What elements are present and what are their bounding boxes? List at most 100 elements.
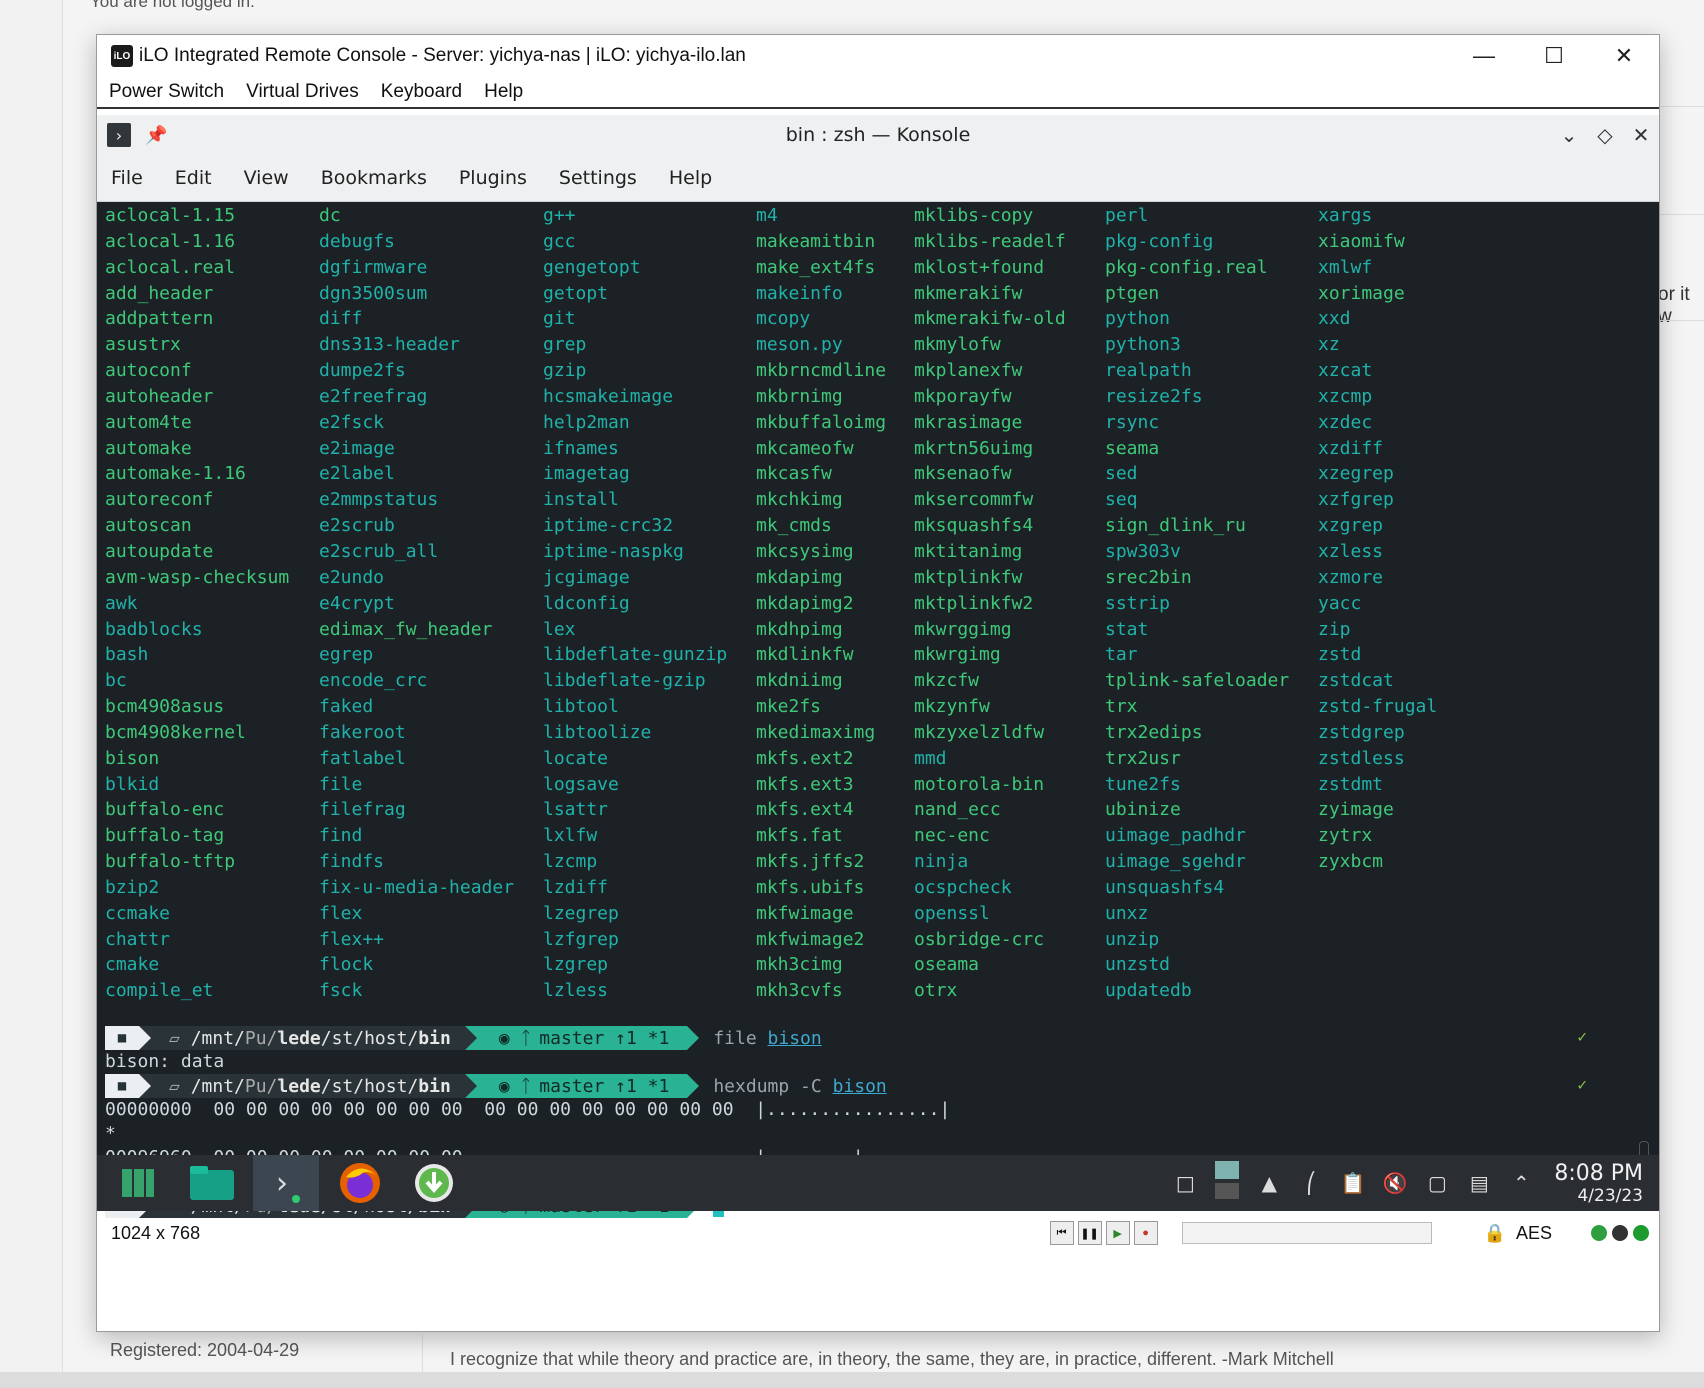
- pause-icon[interactable]: ❚❚: [1077, 1221, 1102, 1245]
- skip-back-icon[interactable]: ⏮: [1049, 1221, 1074, 1245]
- menu-edit[interactable]: Edit: [175, 167, 212, 189]
- terminal-area[interactable]: aclocal-1.15 aclocal-1.16 aclocal.real add_…: [97, 201, 1659, 1218]
- file-entry: autoconf: [105, 360, 192, 382]
- status-leds: [1586, 1225, 1649, 1241]
- success-check-icon: ✓: [1577, 1027, 1587, 1046]
- close-icon[interactable]: ✕: [1623, 123, 1659, 147]
- menu-virtual-drives[interactable]: Virtual Drives: [246, 81, 359, 103]
- file-entry: e2mmpstatus: [319, 489, 439, 511]
- file-entry: install: [543, 489, 619, 511]
- file-entry: mkwrggimg: [914, 618, 1012, 640]
- file-entry: xargs: [1318, 205, 1373, 226]
- file-entry: libdeflate-gzip: [543, 670, 706, 692]
- file-entry: xiaomifw: [1318, 230, 1405, 252]
- file-entry: oseama: [914, 954, 980, 976]
- file-entry: mcopy: [756, 308, 811, 330]
- network-icon[interactable]: ▤: [1458, 1171, 1500, 1195]
- menu-power-switch[interactable]: Power Switch: [109, 81, 224, 103]
- file-entry: mkbrncmdline: [756, 360, 887, 382]
- file-entry: mklost+found: [914, 256, 1045, 278]
- ilo-titlebar[interactable]: iLO iLO Integrated Remote Console - Serv…: [97, 35, 1659, 77]
- file-entry: g++: [543, 205, 576, 226]
- file-entry: mkfs.ubifs: [756, 876, 865, 898]
- file-entry: mkh3cvfs: [756, 980, 843, 1002]
- file-entry: autoscan: [105, 515, 192, 537]
- app-launcher-icon[interactable]: [105, 1155, 171, 1211]
- file-entry: autoreconf: [105, 489, 214, 511]
- file-entry: python3: [1105, 334, 1181, 356]
- file-entry: zyimage: [1318, 799, 1394, 821]
- power-icon[interactable]: [1633, 1225, 1649, 1241]
- menu-settings[interactable]: Settings: [559, 167, 637, 189]
- pin-icon[interactable]: 📌: [145, 125, 167, 146]
- file-entry: mkcsysimg: [756, 540, 854, 562]
- terminal-tray-icon[interactable]: ⎛: [1290, 1171, 1332, 1195]
- menu-file[interactable]: File: [111, 167, 143, 189]
- menu-view[interactable]: View: [244, 167, 289, 189]
- file-entry: pkg-config: [1105, 230, 1214, 252]
- file-entry: xzless: [1318, 540, 1384, 562]
- terminal-taskbar-icon[interactable]: ›: [253, 1155, 319, 1211]
- terminal-app-icon[interactable]: ›: [107, 123, 131, 147]
- file-entry: encode_crc: [319, 670, 428, 692]
- play-icon[interactable]: ▶: [1105, 1221, 1130, 1245]
- playback-progress[interactable]: [1181, 1222, 1432, 1244]
- usb-icon[interactable]: ▢: [1416, 1171, 1458, 1195]
- file-entry: libdeflate-gunzip: [543, 644, 728, 666]
- file-entry: bcm4908kernel: [105, 721, 246, 743]
- update-icon[interactable]: ▲: [1248, 1171, 1290, 1195]
- file-entry: xzdiff: [1318, 437, 1384, 459]
- downloader-icon[interactable]: [401, 1155, 467, 1211]
- desktop-icon[interactable]: □: [1164, 1171, 1206, 1195]
- clipboard-icon[interactable]: 📋: [1332, 1171, 1374, 1195]
- shell-prompt: ■ ▱ /mnt/Pu/lede/st/host/bin ◉ ᛏ master …: [105, 1025, 822, 1051]
- maximize-icon[interactable]: ◇: [1587, 123, 1623, 147]
- file-entry: lzdiff: [543, 876, 609, 898]
- file-entry: tar: [1105, 644, 1138, 666]
- ls-column: perl pkg-config pkg-config.real ptgen python…: [1105, 203, 1289, 1004]
- hexdump-line: 00000000 00 00 00 00 00 00 00 00 00 00 0…: [105, 1099, 951, 1120]
- chevron-up-icon[interactable]: ⌃: [1500, 1171, 1542, 1195]
- file-entry: buffalo-tag: [105, 825, 225, 847]
- file-entry: avm-wasp-checksum: [105, 566, 290, 588]
- file-manager-icon[interactable]: [179, 1155, 245, 1211]
- menu-help[interactable]: Help: [669, 167, 712, 189]
- file-entry: file: [319, 773, 363, 795]
- file-entry: e4crypt: [319, 592, 395, 614]
- screen-resolution: 1024 x 768: [111, 1222, 201, 1243]
- firefox-icon[interactable]: [327, 1155, 393, 1211]
- git-branch-status: ◉ ᛏ master ↑1 *1: [476, 1026, 688, 1050]
- file-entry: mktplinkfw2: [914, 592, 1034, 614]
- menu-bookmarks[interactable]: Bookmarks: [321, 167, 427, 189]
- file-entry: lex: [543, 618, 576, 640]
- menu-keyboard[interactable]: Keyboard: [381, 81, 462, 103]
- uid-led-icon: [1612, 1225, 1628, 1241]
- pager-icon[interactable]: [1206, 1160, 1248, 1206]
- command-text: hexdump -C bison: [713, 1075, 887, 1097]
- file-entry: makeamitbin: [756, 230, 876, 252]
- file-entry: mklibs-readelf: [914, 230, 1066, 252]
- record-icon[interactable]: ●: [1133, 1221, 1158, 1245]
- minimize-icon[interactable]: ⌄: [1551, 123, 1587, 147]
- file-entry: mkcameofw: [756, 437, 854, 459]
- file-entry: mkdapimg2: [756, 592, 854, 614]
- volume-muted-icon[interactable]: 🔇: [1374, 1171, 1416, 1195]
- menu-plugins[interactable]: Plugins: [459, 167, 527, 189]
- file-entry: buffalo-enc: [105, 799, 225, 821]
- file-entry: trx2edips: [1105, 721, 1203, 743]
- file-entry: mk_cmds: [756, 515, 832, 537]
- menu-help[interactable]: Help: [484, 81, 523, 103]
- file-entry: unsquashfs4: [1105, 876, 1225, 898]
- file-entry: mksercommfw: [914, 489, 1034, 511]
- konsole-titlebar[interactable]: › 📌 bin : zsh — Konsole ⌄ ◇ ✕: [97, 115, 1659, 155]
- git-branch-status: ◉ ᛏ master ↑1 *1: [476, 1074, 688, 1098]
- minimize-icon[interactable]: —: [1449, 35, 1519, 77]
- file-entry: xzfgrep: [1318, 489, 1394, 511]
- prompt-path: ▱ /mnt/Pu/lede/st/host/bin: [151, 1074, 465, 1098]
- close-icon[interactable]: ✕: [1589, 35, 1659, 77]
- prompt-path: ▱ /mnt/Pu/lede/st/host/bin: [151, 1026, 465, 1050]
- clock[interactable]: 8:08 PM 4/23/23: [1554, 1161, 1643, 1206]
- file-entry: xz: [1318, 334, 1340, 356]
- file-entry: zytrx: [1318, 825, 1373, 847]
- maximize-icon[interactable]: ☐: [1519, 35, 1589, 77]
